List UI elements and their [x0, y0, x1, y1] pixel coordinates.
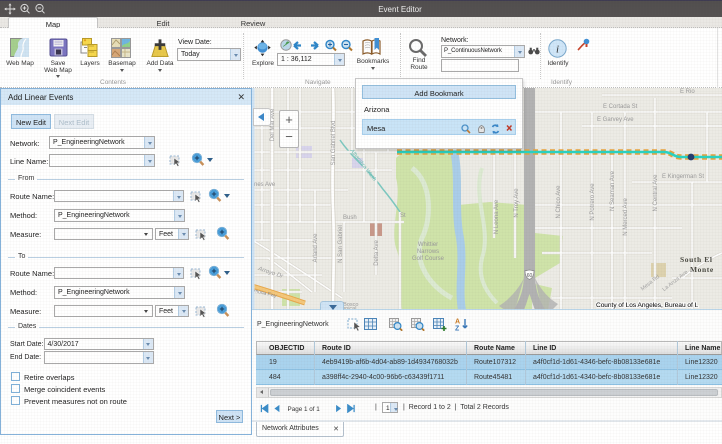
svg-text:South El: South El: [680, 255, 713, 264]
svg-text:E Cortada St: E Cortada St: [603, 104, 638, 110]
svg-text:St: St: [400, 213, 406, 219]
svg-text:N Merced Ave: N Merced Ave: [623, 198, 629, 236]
svg-text:Golf Course: Golf Course: [412, 256, 445, 262]
svg-text:N Seaman Ave: N Seaman Ave: [610, 170, 616, 211]
svg-text:E Kingerman St: E Kingerman St: [662, 174, 704, 180]
svg-text:60: 60: [527, 273, 533, 279]
svg-text:N Leona Ave: N Leona Ave: [494, 199, 500, 234]
svg-text:N Central Ave: N Central Ave: [653, 174, 659, 212]
svg-text:N Potrero Ave: N Potrero Ave: [590, 183, 596, 221]
svg-text:Delta Ave: Delta Ave: [374, 240, 380, 266]
svg-text:E Garvey Ave: E Garvey Ave: [597, 117, 634, 123]
svg-text:N Troy Ave: N Troy Ave: [514, 188, 520, 218]
svg-text:Z: Z: [455, 326, 460, 332]
svg-text:E Rio: E Rio: [680, 89, 695, 95]
svg-text:Arland Ave: Arland Ave: [313, 233, 319, 263]
svg-text:Narrows: Narrows: [417, 249, 439, 255]
svg-text:Bush: Bush: [343, 215, 357, 221]
svg-text:County of Los Angeles, Bureau: County of Los Angeles, Bureau of L: [596, 302, 699, 309]
svg-text:Page 1 of 1: Page 1 of 1: [288, 406, 321, 413]
svg-text:nes Ave: nes Ave: [254, 182, 276, 188]
svg-text:Monte: Monte: [690, 265, 714, 274]
svg-text:N San Gabriel: N San Gabriel: [338, 225, 344, 263]
svg-text:N Chico Ave: N Chico Ave: [556, 185, 562, 219]
svg-text:San Gabriel Blvd: San Gabriel Blvd: [331, 120, 337, 165]
svg-text:i: i: [556, 44, 559, 56]
svg-text:A: A: [455, 319, 460, 326]
svg-text:Whittier: Whittier: [418, 242, 438, 248]
